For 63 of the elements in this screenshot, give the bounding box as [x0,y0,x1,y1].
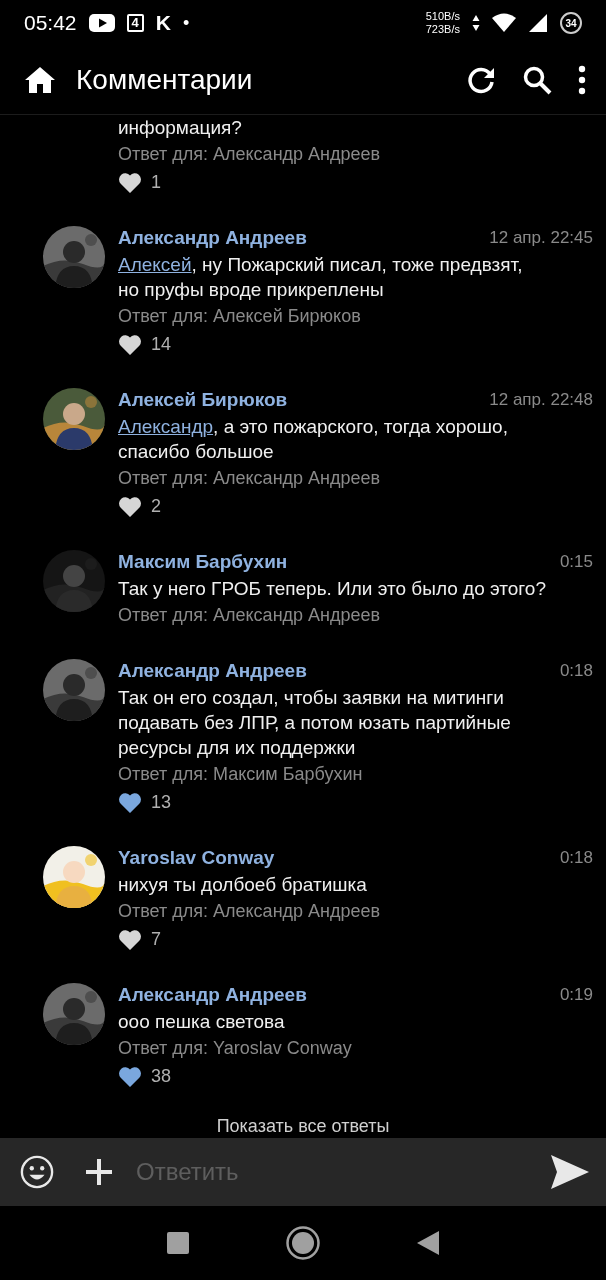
screen-title: Комментарии [76,64,253,96]
search-icon[interactable] [522,65,552,95]
reply-to-text: Ответ для: Максим Барбухин [118,763,364,786]
like-count: 13 [151,791,172,813]
video-play-icon [88,14,115,32]
like-count: 38 [151,1065,172,1087]
author-name[interactable]: Александр Андреев [118,660,307,682]
heart-icon[interactable] [118,171,142,193]
heart-icon[interactable] [118,791,142,813]
comment-text: Так он его создал, чтобы заявки на митинги подавать без ЛПР, а потом юзать партийные ресурсы для их поддержки [118,686,512,760]
signal-icon [528,13,548,33]
like-count: 2 [151,495,161,517]
like-count: 7 [151,928,161,950]
download-speed: 723B/s [425,23,460,36]
clock: 05:42 [24,11,77,35]
send-icon[interactable] [550,1154,590,1190]
smiley-icon[interactable] [20,1155,54,1189]
mention-link[interactable]: Алексей [118,254,192,275]
comment-text: нихуя ты долбоеб братишка [118,873,368,897]
refresh-icon[interactable] [466,65,496,95]
comment-text: информация? [118,116,243,140]
notification-dot: • [182,12,190,34]
data-arrows-icon [472,14,480,32]
home-button-icon[interactable] [286,1226,320,1260]
reply-to-text: Ответ для: Александр Андреев [118,467,382,490]
comment-text: Так у него ГРОБ теперь. Или это было до этого? [118,577,547,601]
comment-time: 12 апр. 22:45 [489,228,593,248]
reply-to-text: Ответ для: Александр Андреев [118,604,382,627]
comment-time: 0:18 [559,848,593,868]
heart-icon[interactable] [118,1065,142,1087]
comment-text: Алексей, ну Пожарский писал, тоже предвзят, но пруфы вроде прикреплены [118,253,524,302]
author-name[interactable]: Yaroslav Conway [118,847,275,869]
notification-icon: 4 [126,14,144,32]
notification-icon: K [155,11,171,35]
battery-indicator: 34 [560,12,582,34]
reply-to-text: Ответ для: Алексей Бирюков [118,305,362,328]
plus-icon[interactable] [84,1157,114,1187]
comment-time: 0:15 [559,552,593,572]
home-icon[interactable] [24,66,56,94]
heart-icon[interactable] [118,928,142,950]
author-name[interactable]: Александр Андреев [118,227,307,249]
author-name[interactable]: Максим Барбухин [118,551,288,573]
show-all-replies-link[interactable]: Показать все ответы [0,1114,606,1138]
reply-to-text: Ответ для: Александр Андреев [118,143,382,166]
reply-to-text: Ответ для: Yaroslav Conway [118,1037,353,1060]
like-count: 1 [151,171,161,193]
comment-time: 12 апр. 22:48 [489,390,593,410]
wifi-icon [492,13,516,33]
mention-link[interactable]: Александр [118,416,214,437]
comment-text: Александр, а это пожарского, тогда хорошо, спасибо большое [118,415,509,464]
recents-icon[interactable] [166,1231,190,1255]
heart-icon[interactable] [118,495,142,517]
more-options-icon[interactable] [578,65,586,95]
upload-speed: 510B/s [425,10,460,23]
reply-to-text: Ответ для: Александр Андреев [118,900,382,923]
heart-icon[interactable] [118,333,142,355]
like-count: 14 [151,333,172,355]
comment-time: 0:18 [559,661,593,681]
author-name[interactable]: Александр Андреев [118,984,307,1006]
back-icon[interactable] [416,1230,440,1256]
comment-time: 0:19 [559,985,593,1005]
author-name[interactable]: Алексей Бирюков [118,389,288,411]
comment-text: ооо пешка светова [118,1010,286,1034]
